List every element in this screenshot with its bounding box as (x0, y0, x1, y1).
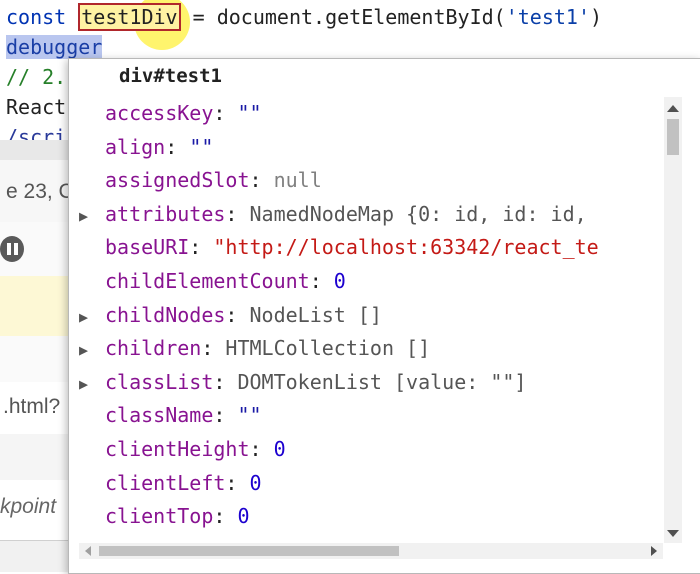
scroll-up-arrow-icon[interactable] (667, 105, 679, 112)
breakpoints-text: kpoint (0, 495, 57, 518)
property-name: align (105, 134, 166, 159)
property-value: 0 (249, 470, 262, 495)
property-separator: : (249, 168, 274, 193)
property-separator: : (309, 269, 334, 293)
expand-triangle-icon[interactable]: ▶ (79, 200, 105, 233)
property-separator: : (189, 235, 214, 260)
property-separator: : (201, 336, 226, 361)
object-preview-popup[interactable]: div#test1 accessKey: "" align: "" assigned… (68, 58, 700, 574)
debugger-statement: debugger (6, 35, 103, 59)
property-value: null (273, 168, 322, 193)
hovered-variable[interactable]: test1Div (78, 3, 181, 31)
property-name: childElementCount (105, 269, 310, 293)
property-separator: : (165, 134, 190, 159)
vertical-scroll-thumb[interactable] (667, 119, 679, 155)
property-value: 0 (237, 504, 250, 529)
property-value: NodeList [] (249, 302, 382, 327)
property-value: "" (189, 134, 214, 159)
property-value: "" (237, 101, 262, 125)
property-name: clientHeight (105, 437, 250, 461)
property-value: NamedNodeMap {0: id, id: id, (249, 201, 587, 226)
property-name: children (105, 336, 202, 361)
horizontal-scroll-thumb[interactable] (99, 546, 399, 556)
property-list[interactable]: accessKey: "" align: "" assignedSlot: null… (79, 97, 663, 543)
property-separator: : (213, 101, 238, 125)
property-row: clientLeft: 0 (79, 467, 262, 500)
property-row: align: "" (79, 131, 213, 164)
property-row[interactable]: ▶ attributes: NamedNodeMap {0: id, id: id… (79, 198, 587, 231)
property-name: baseURI (105, 235, 190, 260)
property-row: accessKey: "" (79, 97, 262, 130)
property-value: "" (237, 403, 262, 428)
code-line-2[interactable]: debugger (6, 33, 103, 61)
string-literal: 'test1' (505, 5, 590, 29)
property-row[interactable]: ▶ children: HTMLCollection [] (79, 332, 430, 365)
property-name: classList (105, 369, 214, 394)
property-separator: : (225, 470, 250, 495)
expand-triangle-icon[interactable]: ▶ (79, 301, 105, 334)
property-row: childElementCount: 0 (79, 265, 346, 298)
pause-icon[interactable] (0, 236, 24, 262)
property-name: className (105, 403, 214, 428)
property-value: "http://localhost:63342/react_te (213, 235, 599, 260)
property-separator: : (213, 504, 238, 529)
property-value: 0 (333, 269, 346, 293)
property-separator: : (213, 403, 238, 428)
property-separator: : (225, 302, 250, 327)
popup-title: div#test1 (119, 65, 222, 87)
property-separator: : (225, 201, 250, 226)
property-separator: : (249, 437, 274, 461)
vertical-scrollbar[interactable] (664, 97, 682, 543)
property-row[interactable]: ▶ classList: DOMTokenList [value: ""] (79, 366, 526, 399)
scroll-right-arrow-icon[interactable] (651, 546, 657, 556)
scroll-down-arrow-icon[interactable] (667, 530, 679, 537)
code-line-4[interactable]: React (6, 93, 66, 121)
property-row[interactable]: ▶ childNodes: NodeList [] (79, 299, 382, 332)
property-name: clientTop (105, 504, 214, 529)
expand-triangle-icon[interactable]: ▶ (79, 334, 105, 367)
code-line-1[interactable]: const test1Div = document.getElementById… (6, 3, 602, 31)
property-name: clientLeft (105, 470, 226, 495)
property-name: childNodes (105, 302, 226, 327)
code-text-end: ) (590, 5, 603, 29)
code-text: = document.getElementById( (180, 5, 506, 29)
property-row: baseURI: "http://localhost:63342/react_t… (79, 231, 599, 264)
property-row: clientHeight: 0 (79, 433, 286, 466)
source-url-text: .html? (3, 395, 61, 418)
property-name: assignedSlot (105, 168, 250, 193)
property-value: HTMLCollection [] (225, 336, 431, 361)
property-row: clientTop: 0 (79, 500, 250, 533)
property-row: className: "" (79, 399, 262, 432)
property-row: assignedSlot: null (79, 164, 322, 197)
property-name: attributes (105, 201, 226, 226)
horizontal-scrollbar[interactable] (79, 543, 663, 559)
keyword-const: const (6, 5, 67, 29)
property-name: accessKey (105, 101, 214, 125)
property-separator: : (213, 369, 238, 394)
scroll-left-arrow-icon[interactable] (85, 546, 91, 556)
property-value: DOMTokenList [value: ""] (237, 369, 527, 394)
expand-triangle-icon[interactable]: ▶ (79, 368, 105, 401)
code-line-3[interactable]: // 2. (6, 63, 66, 91)
property-value: 0 (273, 437, 286, 461)
